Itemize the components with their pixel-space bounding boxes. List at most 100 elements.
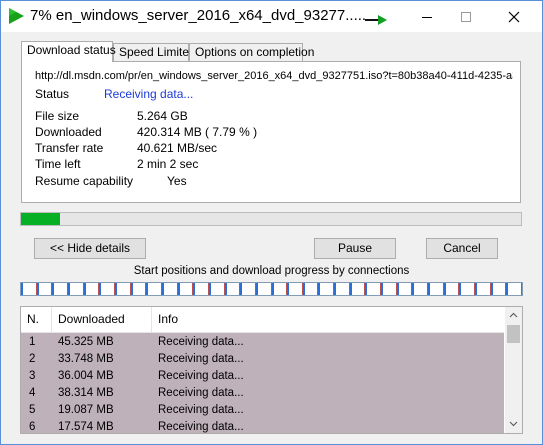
connection-progress-mark [67,283,70,295]
connection-segment [397,283,413,295]
connection-info: Receiving data... [158,370,244,382]
connection-segment [68,283,84,295]
pause-button[interactable]: Pause [314,238,396,259]
list-item[interactable]: 1 45.325 MB Receiving data... [21,334,504,351]
connection-segment [381,283,397,295]
connection-segment [21,283,37,295]
connection-segment [350,283,366,295]
connection-progress-mark [255,283,258,295]
connection-progress-mark [208,283,211,295]
title-bar[interactable]: 7% en_windows_server_2016_x64_dvd_93277.… [1,1,542,32]
downloaded-label: Downloaded [35,125,102,139]
connection-segment [84,283,100,295]
connection-downloaded: 36.004 MB [58,370,114,382]
scroll-up-icon[interactable] [509,312,518,318]
connection-progress-mark [21,283,23,295]
connection-segment [240,283,256,295]
tab-options-on-completion[interactable]: Options on completion [189,43,314,61]
connections-progress-bar [20,282,523,296]
connection-segment [475,283,491,295]
connection-progress-mark [302,283,305,295]
connection-progress-mark [490,283,493,295]
connection-segment [256,283,272,295]
connection-progress-mark [161,283,164,295]
scrollbar-thumb[interactable] [507,325,520,343]
connection-progress-mark [130,283,133,295]
list-scrollbar[interactable] [505,307,522,433]
connection-segment [303,283,319,295]
connection-progress-mark [349,283,352,295]
connection-progress-mark [224,283,227,295]
list-item[interactable]: 6 17.574 MB Receiving data... [21,419,504,433]
connection-progress-mark [271,283,274,295]
connection-segment [287,283,303,295]
minimize-icon [422,16,432,18]
transfer-rate-value: 40.621 MB/sec [137,141,218,155]
connection-progress-mark [52,283,55,295]
green-play-icon [9,8,24,24]
cancel-button[interactable]: Cancel [426,238,498,259]
connection-segment [318,283,335,295]
connection-info: Receiving data... [158,353,244,365]
connection-number: 4 [29,387,36,399]
list-body: 1 45.325 MB Receiving data... 2 33.748 MB Rec… [21,333,504,433]
connection-progress-mark [36,283,39,295]
connection-progress-mark [428,283,431,295]
download-progress-fill [21,213,60,225]
connection-segment [459,283,476,295]
connection-number: 2 [29,353,36,365]
list-item[interactable]: 4 38.314 MB Receiving data... [21,385,504,402]
connection-segment [444,283,460,295]
status-label: Status [35,87,70,101]
connection-downloaded: 45.325 MB [58,336,114,348]
maximize-icon [461,11,471,22]
time-left-value: 2 min 2 sec [137,157,199,171]
connections-list: N. Downloaded Info 1 45.325 MB Receiving d… [20,306,523,434]
scroll-down-icon[interactable] [509,421,518,427]
maximize-button[interactable] [443,1,489,32]
connection-downloaded: 33.748 MB [58,353,114,365]
connection-number: 5 [29,404,36,416]
list-item[interactable]: 2 33.748 MB Receiving data... [21,351,504,368]
close-icon [508,11,520,22]
connection-segment [365,283,382,295]
connection-progress-mark [365,283,368,295]
connection-downloaded: 38.314 MB [58,387,114,399]
column-header-info[interactable]: Info [152,307,502,332]
connection-segment [334,283,350,295]
connection-number: 3 [29,370,36,382]
connection-progress-mark [381,283,384,295]
list-item[interactable]: 3 36.004 MB Receiving data... [21,368,504,385]
download-url: http://dl.msdn.com/pr/en_windows_server_… [35,70,513,82]
connection-progress-mark [193,283,196,295]
connection-segment [428,283,444,295]
connection-segment [99,283,115,295]
connection-progress-mark [114,283,117,295]
connection-info: Receiving data... [158,387,244,399]
connections-label: Start positions and download progress by… [133,265,410,277]
connection-progress-mark [287,283,290,295]
connection-downloaded: 19.087 MB [58,404,114,416]
column-header-downloaded[interactable]: Downloaded [52,307,151,332]
connection-segment [115,283,131,295]
connection-progress-mark [475,283,478,295]
connection-progress-mark [443,283,446,295]
connection-segment [162,283,178,295]
download-progress-bar [20,212,522,226]
close-button[interactable] [491,1,537,32]
tab-download-status[interactable]: Download status [21,41,116,62]
connection-progress-mark [177,283,180,295]
connection-segment [193,283,209,295]
connection-progress-mark [396,283,399,295]
connection-segment [52,283,68,295]
connection-segment [178,283,194,295]
connection-info: Receiving data... [158,421,244,433]
tab-speed-limiter[interactable]: Speed Limiter [113,43,193,61]
connection-progress-mark [506,283,509,295]
connection-segment [412,283,429,295]
connection-progress-mark [240,283,243,295]
hide-details-button[interactable]: << Hide details [34,238,146,259]
column-header-number[interactable]: N. [21,307,51,332]
connection-progress-mark [459,283,462,295]
list-item[interactable]: 5 19.087 MB Receiving data... [21,402,504,419]
